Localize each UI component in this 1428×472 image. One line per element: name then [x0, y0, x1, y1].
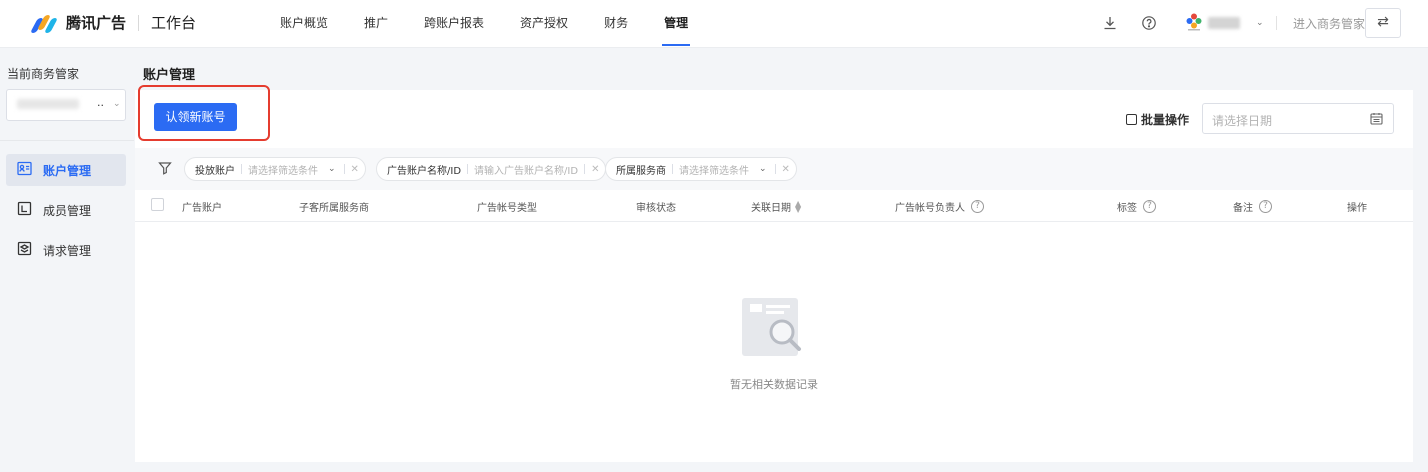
filter-placeholder: 请选择筛选条件 [679, 165, 749, 177]
select-value-ellipsis: .. [97, 96, 104, 109]
tencent-ads-logo-icon [30, 13, 60, 33]
sidebar-title: 当前商务管家 [7, 67, 80, 81]
nav-item-cross-account-report[interactable]: 跨账户报表 [406, 0, 502, 48]
clear-icon[interactable]: ✕ [591, 164, 599, 175]
filter-chip-ad-account[interactable]: 投放账户 请选择筛选条件 ⌄ ✕ [184, 157, 366, 181]
business-manager-name-redacted [17, 99, 79, 109]
sidebar-item-label: 请求管理 [43, 243, 92, 258]
column-actions: 操作 [1347, 203, 1367, 214]
batch-checkbox-icon [1126, 114, 1137, 125]
request-stack-icon [17, 241, 32, 259]
top-navigation-bar: 腾讯广告 工作台 账户概览 推广 跨账户报表 资产授权 财务 管理 ⌄ 进入商务… [0, 0, 1428, 48]
page-title: 账户管理 [143, 68, 196, 83]
divider [1276, 16, 1277, 30]
user-menu-chevron-icon[interactable]: ⌄ [1256, 18, 1264, 28]
empty-state-text: 暂无相关数据记录 [730, 378, 818, 391]
filter-placeholder: 请选择筛选条件 [248, 165, 318, 177]
filter-chip-account-name-id[interactable]: 广告账户名称/ID 请输入广告账户名称/ID ✕ [376, 157, 607, 181]
filter-chip-service-provider[interactable]: 所属服务商 请选择筛选条件 ⌄ ✕ [605, 157, 797, 181]
member-square-icon [17, 201, 32, 219]
batch-operation-label: 批量操作 [1141, 113, 1190, 127]
chevron-down-icon[interactable]: ⌄ [759, 164, 767, 174]
sidebar-item-account-management[interactable]: 账户管理 [6, 154, 126, 186]
help-icon[interactable]: ? [971, 200, 984, 213]
filter-placeholder: 请输入广告账户名称/ID [474, 165, 579, 177]
column-account-owner: 广告帐号负责人? [895, 199, 984, 214]
nav-item-promotion[interactable]: 推广 [346, 0, 406, 48]
enter-business-manager-link[interactable]: 进入商务管家 [1293, 15, 1365, 32]
sidebar-item-request-management[interactable]: 请求管理 [6, 234, 126, 266]
help-icon[interactable] [1140, 14, 1158, 32]
nav-item-account-overview[interactable]: 账户概览 [262, 0, 346, 48]
sidebar-item-label: 成员管理 [43, 203, 92, 218]
brand-divider [138, 14, 140, 31]
chevron-down-icon: ⌄ [113, 99, 121, 109]
download-icon[interactable] [1101, 14, 1119, 32]
column-sub-service-provider: 子客所属服务商 [299, 203, 369, 214]
date-picker-input[interactable]: 请选择日期 [1202, 103, 1394, 134]
sidebar-item-label: 账户管理 [43, 163, 92, 178]
column-account-type: 广告帐号类型 [477, 203, 537, 214]
user-avatar[interactable] [1186, 13, 1202, 31]
sidebar: 当前商务管家 .. ⌄ 账户管理 成员管理 请求管理 [0, 49, 134, 472]
column-review-status: 审核状态 [636, 203, 676, 214]
column-notes: 备注? [1233, 199, 1272, 214]
clear-icon[interactable]: ✕ [351, 164, 359, 175]
content-card [135, 90, 1413, 462]
brand-logo[interactable]: 腾讯广告 工作台 [30, 12, 197, 33]
date-placeholder: 请选择日期 [1212, 114, 1273, 128]
business-manager-select[interactable]: .. ⌄ [6, 89, 126, 121]
switch-icon[interactable]: ⇄ [1365, 8, 1401, 38]
user-name-redacted[interactable] [1208, 17, 1240, 29]
batch-operation-button[interactable]: 批量操作 [1126, 111, 1189, 128]
nav-item-finance[interactable]: 财务 [586, 0, 646, 48]
id-card-icon [17, 161, 32, 179]
column-link-date[interactable]: 关联日期 ▲ ▼ [751, 199, 801, 214]
chevron-down-icon[interactable]: ⌄ [328, 164, 336, 174]
sidebar-item-member-management[interactable]: 成员管理 [6, 194, 126, 226]
column-tags: 标签? [1117, 199, 1156, 214]
filter-icon[interactable] [158, 161, 172, 178]
filter-key: 投放账户 [195, 165, 235, 177]
highlight-annotation-box [138, 85, 270, 141]
sidebar-divider [0, 140, 134, 141]
empty-state-illustration [738, 296, 808, 358]
main-nav: 账户概览 推广 跨账户报表 资产授权 财务 管理 [262, 0, 706, 48]
nav-item-asset-authorization[interactable]: 资产授权 [502, 0, 586, 48]
help-icon[interactable]: ? [1259, 200, 1272, 213]
column-ad-account: 广告账户 [182, 203, 222, 214]
clear-icon[interactable]: ✕ [782, 164, 790, 175]
filter-key: 所属服务商 [616, 165, 666, 177]
filter-key: 广告账户名称/ID [387, 165, 462, 177]
sort-icon[interactable]: ▲ ▼ [795, 199, 801, 213]
calendar-icon [1370, 112, 1383, 128]
brand-name: 腾讯广告 [66, 14, 127, 32]
select-all-checkbox[interactable] [151, 198, 164, 211]
nav-item-management[interactable]: 管理 [646, 0, 706, 48]
help-icon[interactable]: ? [1143, 200, 1156, 213]
workspace-title: 工作台 [151, 14, 197, 32]
